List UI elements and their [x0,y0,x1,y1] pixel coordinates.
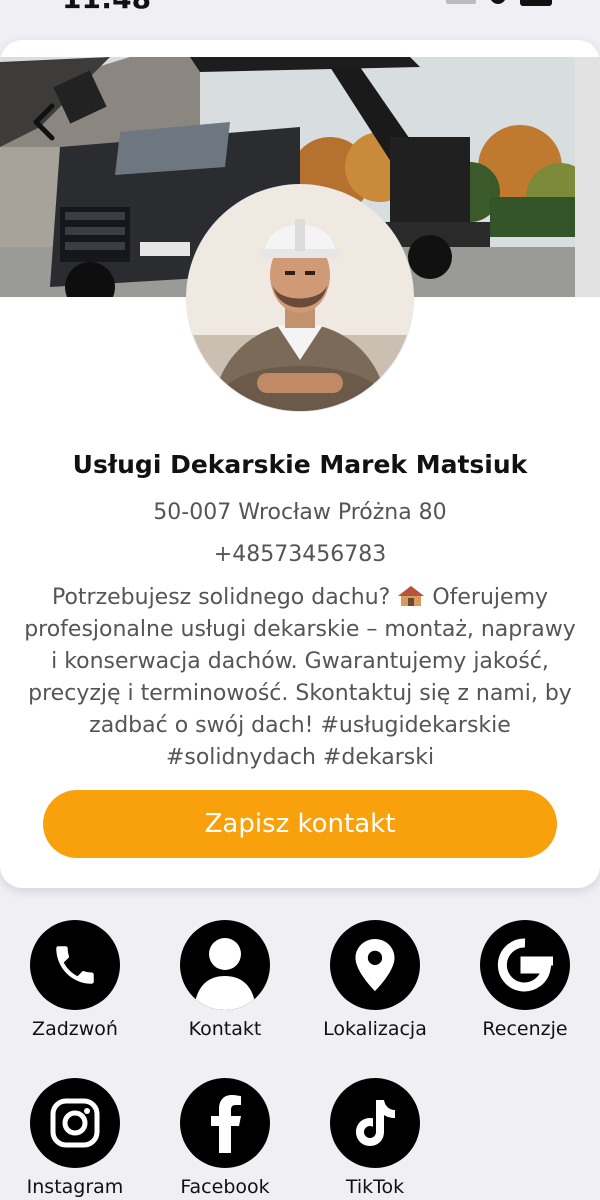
action-label: Facebook [180,1176,270,1198]
action-facebook[interactable]: Facebook [150,1078,300,1198]
google-icon [480,920,570,1010]
phone-icon [30,920,120,1010]
status-time: 11:48 [62,0,151,15]
house-icon [397,585,425,607]
chevron-left-icon [33,103,55,141]
action-contact[interactable]: Kontakt [150,920,300,1040]
instagram-icon [30,1078,120,1168]
wifi-icon [490,0,506,4]
action-call[interactable]: Zadzwoń [0,920,150,1040]
action-label: Lokalizacja [323,1018,427,1040]
battery-icon [520,0,552,6]
action-instagram[interactable]: Instagram [0,1078,150,1198]
description-part1: Potrzebujesz solidnego dachu? [51,585,398,610]
description: Potrzebujesz solidnego dachu? Oferujemy … [24,582,576,774]
back-button[interactable] [30,102,70,146]
signal-icon [446,0,476,4]
action-label: TikTok [345,1176,405,1198]
action-location[interactable]: Lokalizacja [300,920,450,1040]
save-contact-button[interactable]: Zapisz kontakt [43,790,557,858]
action-label: Recenzje [482,1018,568,1040]
tiktok-icon [330,1078,420,1168]
address: 50-007 Wrocław Próżna 80 [153,500,447,525]
facebook-icon [180,1078,270,1168]
status-bar: 11:48 [0,0,600,40]
user-icon [180,920,270,1010]
action-reviews[interactable]: Recenzje [450,920,600,1040]
action-label: Kontakt [188,1018,262,1040]
business-name: Usługi Dekarskie Marek Matsiuk [72,450,528,479]
action-label: Instagram [26,1176,124,1198]
avatar [187,185,413,411]
description-part2: Oferujemy profesjonalne usługi dekarskie… [24,585,576,770]
profile-card: Usługi Dekarskie Marek Matsiuk 50-007 Wr… [0,40,600,888]
location-pin-icon [330,920,420,1010]
action-label: Zadzwoń [32,1018,118,1040]
status-icons [446,0,552,6]
action-tiktok[interactable]: TikTok [300,1078,450,1198]
phone-number: +48573456783 [213,542,387,567]
